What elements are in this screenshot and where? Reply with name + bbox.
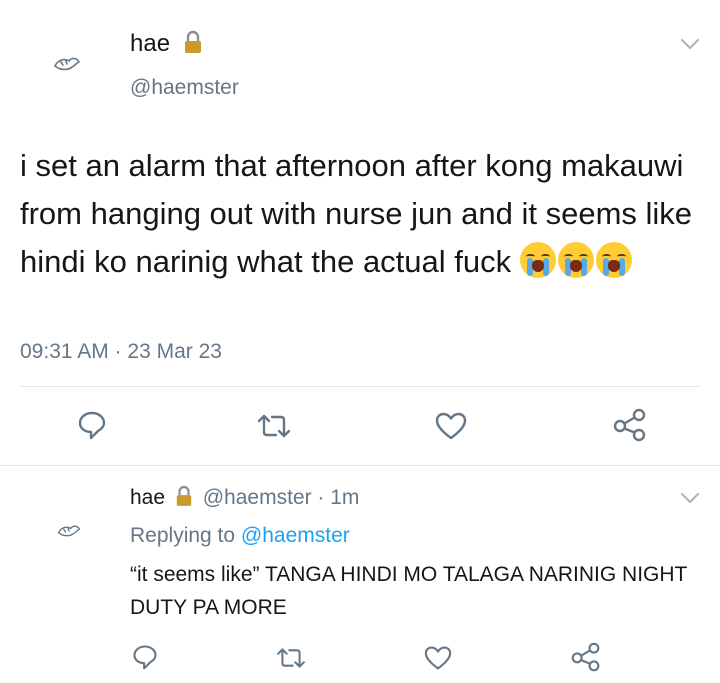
chevron-down-icon[interactable] — [680, 37, 700, 51]
reply-display-name: hae — [130, 486, 166, 509]
like-icon — [424, 646, 452, 670]
crying-emoji-icon — [595, 242, 632, 278]
share-icon — [613, 408, 646, 442]
crying-emoji-icon — [557, 242, 594, 278]
share-button[interactable] — [570, 642, 602, 672]
display-name-text: hae — [130, 30, 171, 57]
replying-to: Replying to @haemster — [130, 524, 350, 548]
avatar[interactable] — [52, 52, 82, 76]
lock-icon — [183, 30, 203, 61]
timestamp[interactable]: 09:31 AM · 23 Mar 23 — [20, 340, 222, 364]
retweet-icon — [257, 414, 291, 438]
replying-to-label: Replying to — [130, 524, 236, 547]
reply-icon — [78, 411, 106, 440]
retweet-icon — [277, 648, 305, 668]
reply-header[interactable]: hae @haemster · 1m — [130, 485, 359, 513]
crying-emoji-icon — [519, 242, 556, 278]
reply-handle-time: @haemster · 1m — [202, 486, 360, 509]
display-name[interactable]: hae — [130, 30, 203, 61]
like-button[interactable] — [434, 411, 468, 441]
retweet-button[interactable] — [256, 412, 292, 440]
tweet-text: i set an alarm that afternoon after kong… — [20, 142, 700, 286]
divider — [20, 386, 700, 387]
share-icon — [571, 642, 600, 672]
user-handle[interactable]: @haemster — [130, 76, 239, 100]
reply-icon — [133, 645, 157, 670]
retweet-button[interactable] — [275, 646, 307, 670]
chevron-down-icon[interactable] — [680, 491, 700, 505]
like-button[interactable] — [423, 645, 453, 671]
share-button[interactable] — [612, 408, 648, 442]
reply-text: “it seems like” TANGA HINDI MO TALAGA NA… — [130, 563, 687, 619]
like-icon — [435, 412, 467, 440]
reply-button[interactable] — [131, 643, 159, 671]
avatar[interactable] — [56, 520, 82, 542]
reply-button[interactable] — [76, 409, 108, 441]
lock-icon — [175, 485, 193, 513]
divider — [0, 465, 720, 466]
replying-to-link[interactable]: @haemster — [241, 524, 350, 547]
